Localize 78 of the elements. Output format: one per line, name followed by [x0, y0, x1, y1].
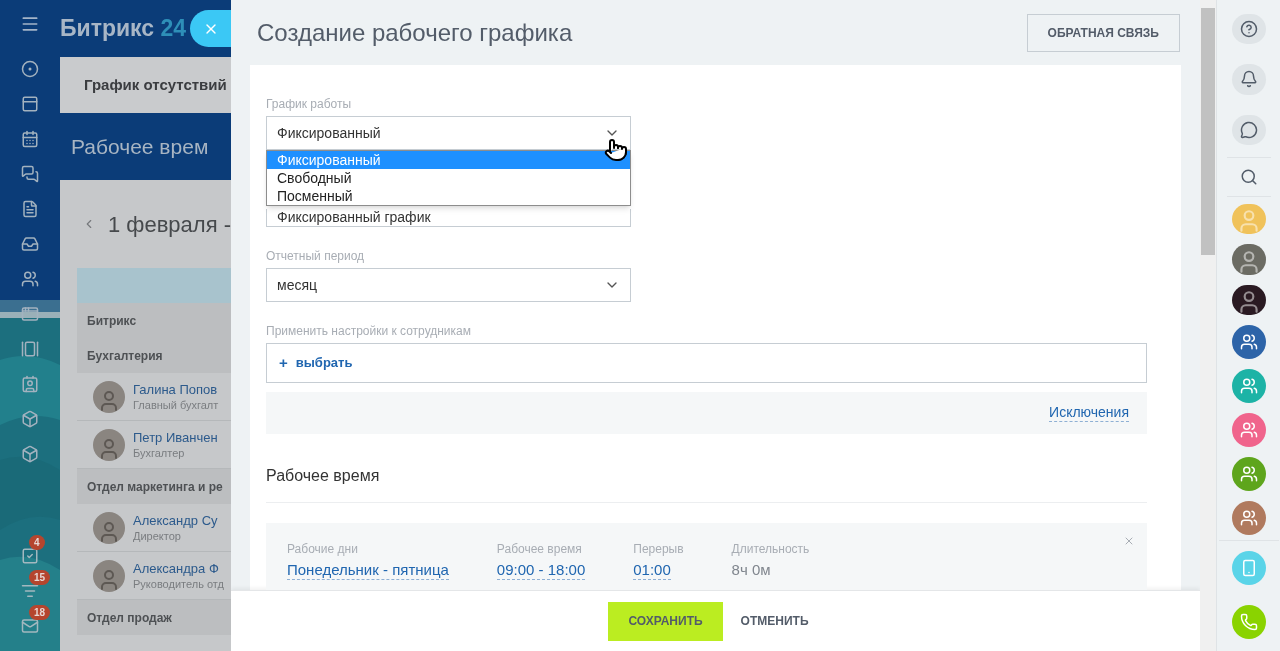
logo[interactable]: Битрикс 24 — [60, 11, 187, 46]
inbox-icon[interactable] — [21, 235, 39, 253]
dropdown-option[interactable]: Свободный — [267, 169, 630, 187]
bell-icon — [1239, 70, 1258, 89]
document-icon[interactable] — [21, 200, 39, 218]
employee-role: Директор — [133, 530, 182, 543]
column-label: Рабочее время — [496, 541, 583, 557]
speech-bubble-icon — [1239, 120, 1258, 139]
field-label: Применить настройки к сотрудникам — [266, 323, 472, 337]
search-icon[interactable] — [1239, 168, 1258, 186]
select-field[interactable]: Фиксированный — [266, 116, 631, 150]
panel-icon[interactable] — [21, 95, 39, 113]
employee-name[interactable]: Александра Ф — [133, 560, 224, 578]
save-button[interactable]: СОХРАНИТЬ — [608, 601, 723, 641]
call-button[interactable] — [1231, 605, 1266, 639]
cube-icon[interactable] — [21, 445, 39, 463]
question-icon — [1239, 20, 1258, 39]
avatar — [93, 511, 125, 544]
field-label: Отчетный период — [266, 248, 366, 262]
group-chat-icon[interactable] — [1231, 456, 1266, 491]
exceptions-link[interactable]: Исключения — [1049, 404, 1129, 422]
chat-icon[interactable] — [21, 165, 39, 183]
absence-tab[interactable]: График отсутствий — [84, 73, 227, 97]
remove-icon[interactable] — [1123, 535, 1135, 547]
date-range: 1 февраля - — [107, 210, 231, 239]
employee-name[interactable]: Галина Попов — [133, 381, 219, 399]
column-label: Рабочие дни — [287, 541, 359, 557]
dropdown-option[interactable]: Фиксированный — [267, 151, 630, 169]
duration-value: 8ч 0м — [731, 560, 772, 579]
department-label: Отдел маркетинга и ре — [87, 478, 223, 496]
window-icon[interactable] — [21, 305, 39, 323]
employee-role: Главный бухгалт — [133, 399, 219, 412]
employee-name[interactable]: Петр Иванчен — [133, 429, 218, 447]
page-title: Рабочее врем — [71, 133, 209, 160]
slider-title: Создание рабочего графика — [257, 17, 573, 48]
select-field[interactable]: месяц — [266, 268, 631, 302]
cancel-button[interactable]: ОТМЕНИТЬ — [726, 601, 823, 641]
text-field[interactable]: Фиксированный график — [266, 209, 631, 227]
phone-icon — [1239, 613, 1258, 631]
select-link[interactable]: выбрать — [295, 353, 353, 373]
department-label: Бухгалтерия — [87, 347, 163, 365]
avatar — [93, 559, 125, 592]
contact-card-icon[interactable] — [21, 375, 39, 393]
employee-role: Руководитель отд — [133, 578, 224, 591]
scrollbar[interactable] — [1200, 0, 1216, 651]
field-label: График работы — [266, 96, 353, 110]
column-label: Длительность — [731, 541, 810, 557]
filter-icon[interactable] — [21, 582, 39, 600]
people-icon[interactable] — [21, 270, 39, 288]
dropdown-option[interactable]: Посменный — [267, 187, 630, 205]
cube-icon[interactable] — [21, 410, 39, 428]
group-chat-icon[interactable] — [1231, 500, 1266, 535]
menu-icon[interactable] — [20, 14, 40, 34]
chat-button[interactable] — [1231, 114, 1266, 145]
avatar — [93, 380, 125, 413]
checkbox-icon[interactable] — [21, 547, 39, 565]
section-heading: Рабочее время — [266, 467, 380, 484]
close-button[interactable] — [190, 10, 231, 47]
time-link[interactable]: 01:00 — [633, 560, 671, 580]
mail-icon[interactable] — [21, 617, 39, 635]
employee-selector[interactable]: + выбрать — [266, 343, 1147, 383]
calendar-icon[interactable] — [21, 130, 39, 148]
group-chat-icon[interactable] — [1231, 368, 1266, 403]
avatar[interactable] — [1231, 284, 1266, 315]
department-label: Битрикс — [87, 312, 137, 330]
time-link[interactable]: Понедельник - пятница — [287, 560, 449, 580]
group-chat-icon[interactable] — [1231, 324, 1266, 359]
group-chat-icon[interactable] — [1231, 412, 1266, 447]
help-button[interactable] — [1231, 14, 1266, 45]
avatar — [93, 428, 125, 461]
employee-name[interactable]: Александр Су — [133, 512, 218, 530]
time-link[interactable]: 09:00 - 18:00 — [496, 560, 586, 580]
feedback-button[interactable]: ОБРАТНАЯ СВЯЗЬ — [1026, 13, 1180, 52]
employee-role: Бухгалтер — [133, 447, 186, 460]
notifications-button[interactable] — [1231, 64, 1266, 95]
department-label: Отдел продаж — [87, 609, 172, 627]
add-symbol: + — [279, 352, 288, 373]
column-label: Перерыв — [633, 541, 684, 557]
